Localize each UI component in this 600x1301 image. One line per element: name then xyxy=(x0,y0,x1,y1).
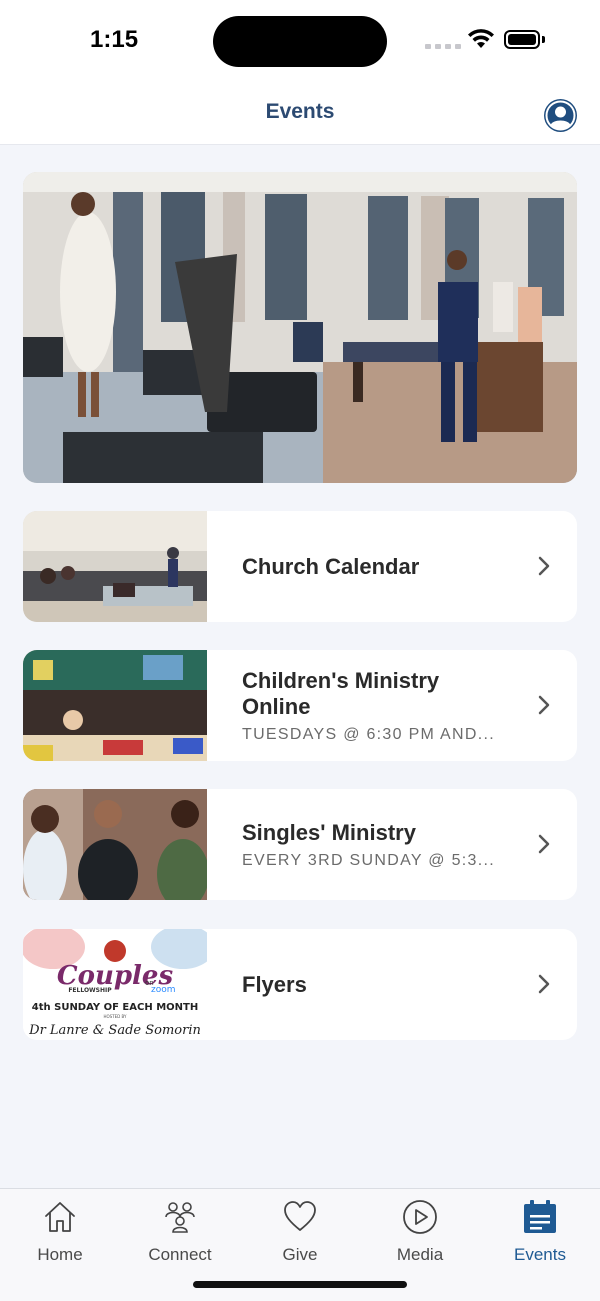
tab-label: Media xyxy=(396,1245,444,1264)
event-card[interactable]: Children's Ministry Online TUESDAYS @ 6:… xyxy=(23,650,577,761)
status-bar: 1:15 xyxy=(0,0,600,82)
event-subtitle: TUESDAYS @ 6:30 PM AND... xyxy=(242,725,495,743)
event-card[interactable]: Church Calendar xyxy=(23,511,577,622)
event-card[interactable]: Couples on zoom FELLOWSHIP 4th SUNDAY OF… xyxy=(23,929,577,1040)
tab-label: Connect xyxy=(148,1245,212,1264)
flyer-zoom: zoom xyxy=(151,985,176,995)
flyer-fellowship: FELLOWSHIP xyxy=(68,987,112,994)
people-icon xyxy=(165,1202,195,1233)
event-title: Flyers xyxy=(242,971,307,997)
event-text: Flyers xyxy=(242,929,507,1040)
dynamic-island xyxy=(213,16,387,67)
chevron-right-icon xyxy=(538,974,550,994)
tab-events[interactable]: Events xyxy=(480,1197,600,1265)
hero-image[interactable] xyxy=(23,172,577,483)
flyer-hosted-by: HOSTED BY xyxy=(104,1014,128,1019)
battery-tip xyxy=(542,36,545,43)
tab-home[interactable]: Home xyxy=(0,1197,120,1265)
play-icon xyxy=(403,1200,437,1234)
flyer-schedule: 4th SUNDAY OF EACH MONTH xyxy=(32,1002,198,1013)
calendar-icon xyxy=(524,1200,556,1233)
tab-connect[interactable]: Connect xyxy=(120,1197,240,1265)
home-indicator xyxy=(193,1281,407,1288)
hero-photo xyxy=(23,172,577,483)
page-title: Events xyxy=(265,100,335,123)
event-thumbnail xyxy=(23,511,207,622)
tab-label: Give xyxy=(282,1245,318,1264)
event-thumbnail xyxy=(23,650,207,761)
status-time: 1:15 xyxy=(90,26,139,53)
wifi-icon xyxy=(468,29,494,48)
event-text: Church Calendar xyxy=(242,511,507,622)
flyer-hosts: Dr Lanre & Sade Somorin xyxy=(28,1023,201,1038)
chevron-right-icon xyxy=(538,556,550,576)
event-title: Singles' Ministry xyxy=(242,819,416,845)
chevron-right-icon xyxy=(538,834,550,854)
cellular-signal-icon xyxy=(425,44,461,49)
event-subtitle: EVERY 3RD SUNDAY @ 5:3... xyxy=(242,851,495,869)
nav-header: Events xyxy=(0,82,600,145)
tab-give[interactable]: Give xyxy=(240,1197,360,1265)
tab-label: Events xyxy=(514,1245,566,1264)
profile-icon xyxy=(545,100,576,131)
event-text: Children's Ministry Online TUESDAYS @ 6:… xyxy=(242,650,507,761)
event-title: Children's Ministry Online xyxy=(242,667,440,719)
profile-button[interactable] xyxy=(544,99,577,132)
event-thumbnail xyxy=(23,789,207,900)
tab-label: Home xyxy=(37,1245,83,1264)
tab-media[interactable]: Media xyxy=(360,1197,480,1265)
chevron-right-icon xyxy=(538,695,550,715)
flyer-thumbnail: Couples on zoom FELLOWSHIP 4th SUNDAY OF… xyxy=(23,929,207,1040)
event-card[interactable]: Singles' Ministry EVERY 3RD SUNDAY @ 5:3… xyxy=(23,789,577,900)
event-text: Singles' Ministry EVERY 3RD SUNDAY @ 5:3… xyxy=(242,789,507,900)
event-title: Church Calendar xyxy=(242,553,420,579)
battery-icon xyxy=(504,30,540,49)
heart-icon xyxy=(284,1201,316,1231)
home-icon xyxy=(45,1202,75,1232)
